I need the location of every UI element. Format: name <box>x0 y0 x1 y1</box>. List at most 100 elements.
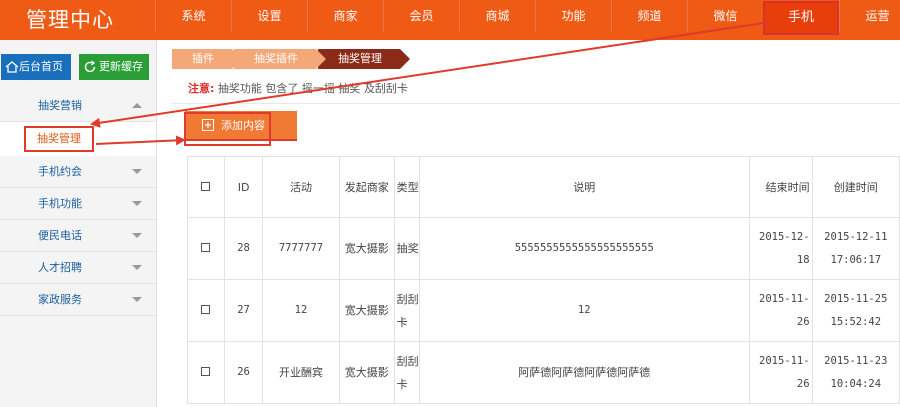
annotation-highlight-box <box>184 112 271 146</box>
row-created-clock: 17:06:17 <box>830 253 882 266</box>
row-end-time: 2015-11-26 <box>748 279 813 342</box>
table-header-row: ID 活动 发起商家 类型 说明 结束时间 创建时间 <box>187 156 900 218</box>
nav-item-operations[interactable]: 运营 <box>839 0 900 32</box>
row-activity: 12 <box>262 279 340 342</box>
row-merchant: 宽大摄影 <box>338 341 395 404</box>
row-checkbox[interactable] <box>201 243 211 252</box>
row-merchant: 宽大摄影 <box>338 217 395 280</box>
sidebar: 后台首页 更新缓存 抽奖营销 抽奖管理 手机约会 手机功能 便民电话 人才招聘 … <box>0 40 157 407</box>
row-created-time: 2015-11-25 15:52:42 <box>811 279 900 342</box>
row-type-line1: 刮刮 <box>396 354 419 368</box>
row-activity: 开业酬宾 <box>262 341 340 404</box>
row-id: 27 <box>223 279 264 342</box>
breadcrumb-plugins[interactable]: 插件 <box>172 49 242 69</box>
row-select-cell <box>187 279 225 342</box>
row-type: 抽奖 <box>393 217 420 280</box>
sidebar-group-mobile-dating[interactable]: 手机约会 <box>0 156 156 188</box>
sidebar-sub-lottery-manage[interactable]: 抽奖管理 <box>0 122 156 156</box>
row-checkbox[interactable] <box>201 305 211 314</box>
row-created-date: 2015-11-23 <box>824 354 888 367</box>
row-id: 26 <box>223 341 264 404</box>
col-created-time: 创建时间 <box>811 156 900 218</box>
top-nav: 系统 设置 商家 会员 商城 功能 频道 微信 手机 运营 <box>155 0 900 40</box>
row-description: 5555555555555555555555 <box>418 217 750 280</box>
sidebar-group-label: 手机功能 <box>38 197 82 210</box>
sidebar-sub-label[interactable]: 抽奖管理 <box>24 126 94 152</box>
nav-item-settings[interactable]: 设置 <box>231 0 307 32</box>
col-type: 类型 <box>393 156 420 218</box>
refresh-icon <box>84 60 96 73</box>
sidebar-group-label: 人才招聘 <box>38 261 82 274</box>
row-description: 12 <box>418 279 750 342</box>
col-activity: 活动 <box>262 156 340 218</box>
top-bar: 管理中心 系统 设置 商家 会员 商城 功能 频道 微信 手机 运营 <box>0 0 900 40</box>
home-button-label: 后台首页 <box>19 60 63 73</box>
divider <box>172 103 900 104</box>
row-merchant: 宽大摄影 <box>338 279 395 342</box>
side-menu: 抽奖营销 抽奖管理 手机约会 手机功能 便民电话 人才招聘 家政服务 <box>0 90 156 316</box>
col-id: ID <box>223 156 264 218</box>
sidebar-group-recruitment[interactable]: 人才招聘 <box>0 252 156 284</box>
sidebar-group-label: 抽奖营销 <box>38 99 82 112</box>
chevron-down-icon <box>132 233 142 238</box>
row-type-line2: 卡 <box>396 377 408 391</box>
row-end-time: 2015-12-18 <box>748 217 813 280</box>
sidebar-group-lottery-marketing[interactable]: 抽奖营销 <box>0 90 156 122</box>
nav-item-wechat[interactable]: 微信 <box>687 0 763 32</box>
row-id: 28 <box>223 217 264 280</box>
sidebar-buttons: 后台首页 更新缓存 <box>0 54 157 84</box>
breadcrumb: 插件 抽奖插件 抽奖管理 <box>172 49 410 69</box>
row-created-clock: 15:52:42 <box>830 315 882 328</box>
chevron-down-icon <box>132 265 142 270</box>
nav-item-mall[interactable]: 商城 <box>459 0 535 32</box>
row-type-line1: 抽奖 <box>396 242 419 255</box>
home-button[interactable]: 后台首页 <box>1 54 71 80</box>
nav-item-members[interactable]: 会员 <box>383 0 459 32</box>
refresh-cache-label: 更新缓存 <box>99 60 143 73</box>
select-all-checkbox[interactable] <box>201 181 211 191</box>
nav-item-merchants[interactable]: 商家 <box>307 0 383 32</box>
row-type-line2: 卡 <box>396 315 408 329</box>
notice-text: 抽奖功能 包含了 摇一摇 抽奖 及刮刮卡 <box>217 82 408 95</box>
row-created-time: 2015-11-23 10:04:24 <box>811 341 900 404</box>
nav-item-channels[interactable]: 频道 <box>611 0 687 32</box>
col-end-time: 结束时间 <box>748 156 813 218</box>
nav-item-functions[interactable]: 功能 <box>535 0 611 32</box>
sidebar-group-label: 家政服务 <box>38 293 82 306</box>
app-logo: 管理中心 <box>26 8 114 32</box>
row-type: 刮刮卡 <box>393 279 420 342</box>
row-end-time: 2015-11-26 <box>748 341 813 404</box>
nav-item-mobile[interactable]: 手机 <box>763 1 839 35</box>
row-checkbox[interactable] <box>201 367 211 376</box>
main-content: 插件 抽奖插件 抽奖管理 注意: 抽奖功能 包含了 摇一摇 抽奖 及刮刮卡 添加… <box>158 40 900 407</box>
notice-label: 注意: <box>188 82 215 95</box>
refresh-cache-button[interactable]: 更新缓存 <box>79 54 149 80</box>
chevron-down-icon <box>132 169 142 174</box>
table-row: 26 开业酬宾 宽大摄影 刮刮卡 阿萨德阿萨德阿萨德阿萨德 2015-11-26… <box>187 341 900 404</box>
sidebar-group-housekeeping[interactable]: 家政服务 <box>0 284 156 316</box>
row-created-date: 2015-12-11 <box>824 230 888 243</box>
row-created-time: 2015-12-11 17:06:17 <box>811 217 900 280</box>
row-activity: 7777777 <box>262 217 340 280</box>
row-created-date: 2015-11-25 <box>824 292 888 305</box>
notice: 注意: 抽奖功能 包含了 摇一摇 抽奖 及刮刮卡 <box>188 80 408 96</box>
lottery-table: ID 活动 发起商家 类型 说明 结束时间 创建时间 28 7777777 宽大… <box>187 156 900 404</box>
nav-item-system[interactable]: 系统 <box>155 0 231 32</box>
sidebar-group-mobile-functions[interactable]: 手机功能 <box>0 188 156 220</box>
sidebar-group-public-phone[interactable]: 便民电话 <box>0 220 156 252</box>
row-select-cell <box>187 217 225 280</box>
chevron-up-icon <box>132 103 142 108</box>
sidebar-group-label: 手机约会 <box>38 165 82 178</box>
breadcrumb-lottery-manage: 抽奖管理 <box>318 49 410 69</box>
row-type: 刮刮卡 <box>393 341 420 404</box>
breadcrumb-lottery-plugin[interactable]: 抽奖插件 <box>234 49 326 69</box>
col-merchant: 发起商家 <box>338 156 395 218</box>
row-type-line1: 刮刮 <box>396 292 419 306</box>
row-select-cell <box>187 341 225 404</box>
row-description: 阿萨德阿萨德阿萨德阿萨德 <box>418 341 750 404</box>
table-row: 28 7777777 宽大摄影 抽奖 555555555555555555555… <box>187 217 900 280</box>
home-icon <box>5 61 19 73</box>
row-created-clock: 10:04:24 <box>830 377 882 390</box>
chevron-down-icon <box>132 297 142 302</box>
table-row: 27 12 宽大摄影 刮刮卡 12 2015-11-26 2015-11-25 1… <box>187 279 900 342</box>
